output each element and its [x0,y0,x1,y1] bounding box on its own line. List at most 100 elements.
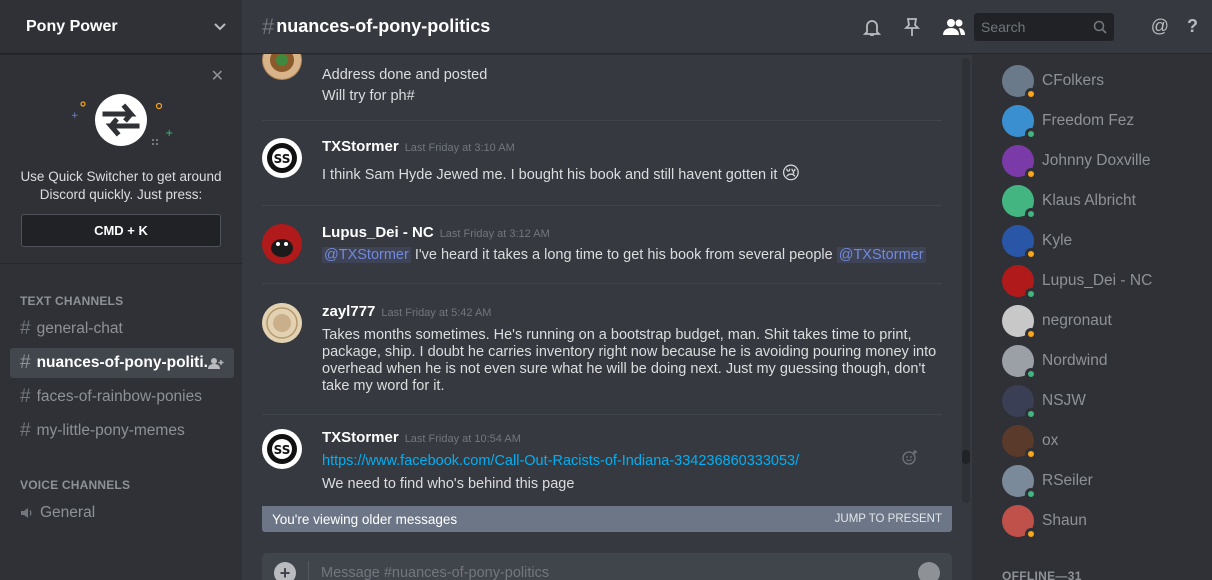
user-mention[interactable]: @TXStormer [836,247,926,263]
server-header[interactable]: Pony Power [0,0,242,54]
message-author[interactable]: zayl777 [322,303,375,320]
member-item[interactable]: CFolkers [972,61,1212,101]
member-item[interactable]: ox [972,421,1212,461]
channel-toolbar [862,0,966,54]
older-messages-label: You're viewing older messages [272,511,458,527]
avatar [1002,105,1037,140]
emoji-picker-icon[interactable] [918,562,940,580]
message-link[interactable]: https://www.facebook.com/Call-Out-Racist… [322,453,799,469]
message[interactable]: zayl777 Last Friday at 5:42 AM Takes mont… [262,303,952,395]
avatar [1002,385,1037,420]
svg-text:SS: SS [274,443,291,457]
member-item[interactable]: Johnny Doxville [972,141,1212,181]
bell-icon[interactable] [862,17,882,37]
member-name: negronaut [1042,312,1112,329]
offline-members-header: OFFLINE—31 [1002,569,1082,580]
pin-icon[interactable] [904,17,920,37]
voice-channel-general[interactable]: General [10,498,234,528]
status-idle-icon [1025,88,1037,100]
message-list[interactable]: Address done and posted Will try for ph#… [242,54,952,506]
channel-title: nuances-of-pony-politics [276,16,491,36]
message-input[interactable] [321,565,918,580]
member-item[interactable]: Freedom Fez [972,101,1212,141]
chevron-down-icon[interactable] [214,22,226,31]
help-icon[interactable]: ? [1187,16,1198,37]
avatar [1002,305,1037,340]
message[interactable]: SS TXStormer Last Friday at 3:10 AM I thi… [262,138,952,184]
text-channels-header[interactable]: TEXT CHANNELS [0,294,242,308]
svg-text:+: + [71,111,79,121]
status-online-icon [1025,288,1037,300]
members-header: @ ? [972,0,1212,54]
avatar [1002,145,1037,180]
message-timestamp: Last Friday at 3:10 AM [404,142,515,154]
composer-divider [308,561,309,580]
member-list-icon[interactable] [942,18,966,36]
add-reaction-icon[interactable] [902,449,918,465]
status-online-icon [1025,488,1037,500]
user-mention[interactable]: @TXStormer [322,247,411,263]
channel-nuances-of-pony-politics[interactable]: # nuances-of-pony-politi... [10,348,234,378]
member-item[interactable]: Lupus_Dei - NC [972,261,1212,301]
member-item[interactable]: NSJW [972,381,1212,421]
member-item[interactable]: Kyle [972,221,1212,261]
member-item[interactable]: Klaus Albricht [972,181,1212,221]
quick-switcher-arrows-icon: + + [61,82,181,162]
message-divider [262,205,942,206]
search-input[interactable] [981,18,1093,35]
status-idle-icon [1025,248,1037,260]
avatar [1002,345,1037,380]
member-item[interactable]: negronaut [972,301,1212,341]
message[interactable]: SS TXStormer Last Friday at 10:54 AM http… [262,429,952,493]
channel-label: my-little-pony-memes [36,422,185,439]
mentions-icon[interactable]: @ [1151,16,1169,37]
member-item[interactable]: Nordwind [972,341,1212,381]
member-name: RSeiler [1042,472,1093,489]
member-name: Lupus_Dei - NC [1042,272,1153,289]
hash-icon: # [262,13,275,39]
avatar[interactable]: SS [262,429,302,469]
member-name: Johnny Doxville [1042,152,1151,169]
status-idle-icon [1025,528,1037,540]
message-divider [262,414,942,415]
message-author[interactable]: Lupus_Dei - NC [322,224,434,241]
channel-label: general-chat [36,320,123,337]
member-name: Freedom Fez [1042,112,1135,129]
upload-plus-icon[interactable]: + [274,562,296,580]
message-scrollbar[interactable] [962,58,970,503]
avatar[interactable]: SS [262,138,302,178]
avatar[interactable] [262,224,302,264]
channel-my-little-pony-memes[interactable]: # my-little-pony-memes [10,416,234,446]
member-item[interactable]: RSeiler [972,461,1212,501]
message-timestamp: Last Friday at 5:42 AM [381,307,492,319]
avatar [1002,185,1037,220]
status-idle-icon [1025,168,1037,180]
search-box[interactable] [974,12,1114,41]
message-author[interactable]: TXStormer [322,138,399,155]
scrollbar-thumb[interactable] [962,450,970,464]
avatar [1002,425,1037,460]
message-author[interactable]: TXStormer [322,429,399,446]
status-online-icon [1025,368,1037,380]
avatar [1002,65,1037,100]
older-messages-bar: You're viewing older messages JUMP TO PR… [262,506,952,532]
message[interactable]: Lupus_Dei - NC Last Friday at 3:12 AM @TX… [262,224,952,264]
avatar[interactable] [262,303,302,343]
quick-switcher-shortcut-button[interactable]: CMD + K [21,214,221,247]
close-icon[interactable]: ✕ [211,66,224,86]
message-divider [262,283,942,284]
jump-to-present-button[interactable]: JUMP TO PRESENT [835,513,942,525]
member-item[interactable]: Shaun [972,501,1212,541]
create-invite-icon[interactable] [208,357,224,369]
channel-general-chat[interactable]: # general-chat [10,314,234,344]
voice-channels-header[interactable]: VOICE CHANNELS [0,478,242,492]
search-icon [1093,20,1107,34]
speaker-icon [20,506,34,520]
message-text: I've heard it takes a long time to get h… [410,247,837,263]
message-timestamp: Last Friday at 10:54 AM [404,433,521,445]
hash-icon: # [20,318,31,339]
message[interactable]: Address done and posted Will try for ph# [262,54,952,105]
avatar [1002,465,1037,500]
channel-faces-of-rainbow-ponies[interactable]: # faces-of-rainbow-ponies [10,382,234,412]
avatar[interactable] [262,54,302,80]
